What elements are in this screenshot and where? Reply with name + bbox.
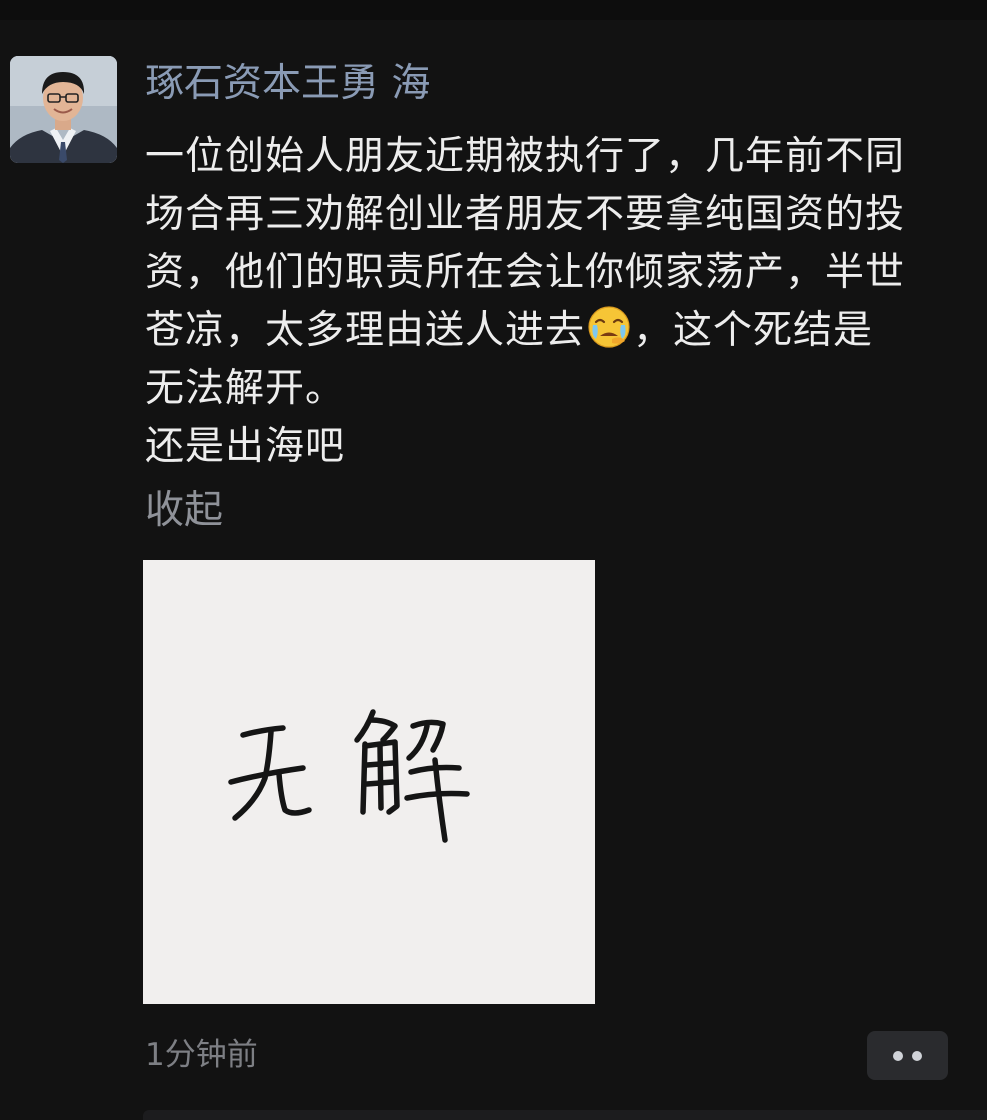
moments-post-page: 琢石资本王勇 海 一位创始人朋友近期被执行了，几年前不同 场合再三劝解创业者朋友… xyxy=(0,0,987,1120)
author-name[interactable]: 琢石资本王勇 海 xyxy=(145,58,430,110)
top-divider xyxy=(0,0,987,20)
post-body-line-with-emoji: 苍凉，太多理由送人进去 ，这个死结是 xyxy=(145,302,955,360)
crying-face-emoji-icon xyxy=(588,306,630,348)
post-timestamp: 1分钟前 xyxy=(145,1037,258,1073)
person-portrait-icon xyxy=(10,56,117,163)
post-body-line: 还是出海吧 xyxy=(145,424,346,469)
more-dots-icon xyxy=(912,1051,922,1061)
comment-area-edge xyxy=(143,1110,987,1120)
post-body: 一位创始人朋友近期被执行了，几年前不同 场合再三劝解创业者朋友不要拿纯国资的投 … xyxy=(145,128,955,476)
handwritten-wujie-image xyxy=(143,560,595,1004)
post-body-segment: 苍凉，太多理由送人进去 xyxy=(145,308,586,353)
more-actions-button[interactable] xyxy=(867,1031,948,1080)
post-body-line: 一位创始人朋友近期被执行了，几年前不同 xyxy=(145,134,906,179)
collapse-link[interactable]: 收起 xyxy=(145,485,223,537)
post-body-line: 资，他们的职责所在会让你倾家荡产，半世 xyxy=(145,250,906,295)
more-dots-icon xyxy=(893,1051,903,1061)
post-body-line: 场合再三劝解创业者朋友不要拿纯国资的投 xyxy=(145,192,906,237)
post-body-line: 无法解开。 xyxy=(145,366,346,411)
post-body-segment: ，这个死结是 xyxy=(633,308,874,353)
post-image-handwriting[interactable] xyxy=(143,560,595,1004)
avatar[interactable] xyxy=(10,56,117,163)
